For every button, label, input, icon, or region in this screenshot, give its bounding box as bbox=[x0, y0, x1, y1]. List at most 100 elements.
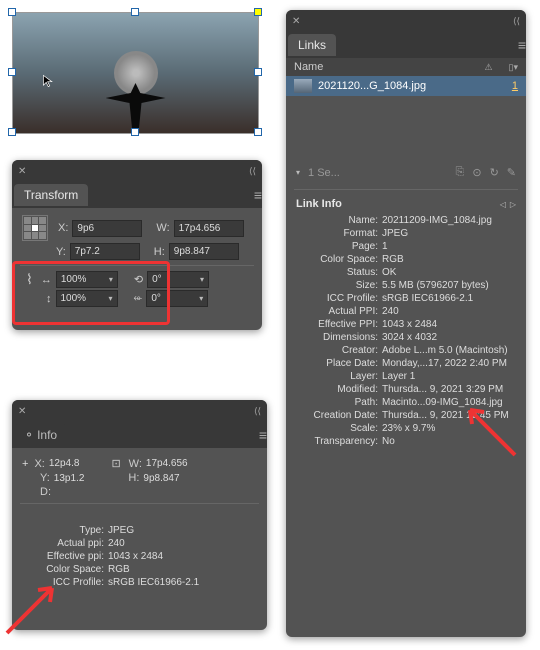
menu-icon[interactable]: ≡ bbox=[259, 427, 267, 443]
li-place: Monday,...17, 2022 2:40 PM bbox=[382, 358, 507, 369]
cs-value: RGB bbox=[108, 564, 130, 575]
handle-br[interactable] bbox=[254, 128, 262, 136]
appi-value: 240 bbox=[108, 538, 125, 549]
li-page: 1 bbox=[382, 241, 388, 252]
y-label: Y: bbox=[56, 246, 66, 258]
h-input[interactable]: 9p8.847 bbox=[169, 243, 239, 260]
collapse-icon[interactable]: ⟨⟨ bbox=[254, 406, 261, 417]
collapse-icon[interactable]: ⟨⟨ bbox=[249, 166, 256, 177]
goto-icon[interactable]: ⊙ bbox=[472, 166, 481, 179]
links-panel: ✕ ⟨⟨ Links ≡ Name ⚠ ▯▾ 2021120...G_1084.… bbox=[286, 10, 526, 637]
d-label: D: bbox=[40, 486, 51, 498]
edit-icon[interactable]: ✎ bbox=[507, 166, 516, 179]
update-icon[interactable]: ↻ bbox=[490, 166, 499, 179]
crosshair-icon: + bbox=[22, 458, 28, 470]
w-label: W: bbox=[156, 222, 169, 234]
link-info-title: Link Info bbox=[296, 198, 342, 210]
x-input[interactable]: 9p6 bbox=[72, 220, 142, 237]
annotation-arrow-left bbox=[2, 578, 62, 638]
li-layer-label: Layer: bbox=[296, 371, 378, 382]
eppi-value: 1043 x 2484 bbox=[108, 551, 163, 562]
file-page: 1 bbox=[512, 80, 518, 92]
handle-tl[interactable] bbox=[8, 8, 16, 16]
photo-silhouette bbox=[106, 83, 166, 133]
li-place-label: Place Date: bbox=[296, 358, 378, 369]
links-tab[interactable]: Links bbox=[288, 34, 336, 56]
handle-tc[interactable] bbox=[131, 8, 139, 16]
li-trans: No bbox=[382, 436, 395, 447]
li-layer: Layer 1 bbox=[382, 371, 415, 382]
y-label: Y: bbox=[40, 472, 50, 484]
li-creator: Adobe L...m 5.0 (Macintosh) bbox=[382, 345, 508, 356]
li-appi: 240 bbox=[382, 306, 399, 317]
h-label: H: bbox=[128, 472, 139, 484]
name-column[interactable]: Name bbox=[294, 61, 480, 73]
icc-value: sRGB IEC61966-2.1 bbox=[108, 577, 199, 588]
y-value: 13p1.2 bbox=[54, 473, 85, 484]
transform-tab[interactable]: Transform bbox=[14, 184, 88, 206]
li-icc: sRGB IEC61966-2.1 bbox=[382, 293, 473, 304]
reference-point[interactable] bbox=[22, 215, 48, 241]
li-status-label: Status: bbox=[296, 267, 378, 278]
cursor-pointer bbox=[42, 74, 56, 93]
menu-icon[interactable]: ≡ bbox=[254, 187, 262, 203]
link-row[interactable]: 2021120...G_1084.jpg 1 bbox=[286, 76, 526, 96]
type-value: JPEG bbox=[108, 525, 134, 536]
li-mod-label: Modified: bbox=[296, 384, 378, 395]
li-eppi-label: Effective PPI: bbox=[296, 319, 378, 330]
menu-icon[interactable]: ≡ bbox=[518, 37, 526, 53]
li-trans-label: Transparency: bbox=[296, 436, 378, 447]
info-tab[interactable]: ⚬Info bbox=[14, 424, 67, 446]
w-input[interactable]: 17p4.656 bbox=[174, 220, 244, 237]
placed-image[interactable] bbox=[12, 12, 259, 134]
selected-count: 1 Se... bbox=[308, 167, 340, 179]
warning-column-icon[interactable]: ⚠ bbox=[484, 62, 492, 73]
li-scale: 23% x 9.7% bbox=[382, 423, 435, 434]
li-name: 20211209-IMG_1084.jpg bbox=[382, 215, 492, 226]
li-icc-label: ICC Profile: bbox=[296, 293, 378, 304]
li-format: JPEG bbox=[382, 228, 408, 239]
li-scale-label: Scale: bbox=[296, 423, 378, 434]
prev-link-icon[interactable]: ◁ bbox=[500, 200, 506, 209]
li-mod: Thursda... 9, 2021 3:29 PM bbox=[382, 384, 503, 395]
next-link-icon[interactable]: ▷ bbox=[510, 200, 516, 209]
li-status: OK bbox=[382, 267, 396, 278]
li-name-label: Name: bbox=[296, 215, 378, 226]
li-path-label: Path: bbox=[296, 397, 378, 408]
close-icon[interactable]: ✕ bbox=[18, 166, 26, 177]
annotation-arrow-right bbox=[460, 400, 520, 460]
w-value: 17p4.656 bbox=[146, 458, 188, 469]
li-size: 5.5 MB (5796207 bytes) bbox=[382, 280, 489, 291]
close-icon[interactable]: ✕ bbox=[18, 406, 26, 417]
li-format-label: Format: bbox=[296, 228, 378, 239]
li-cs: RGB bbox=[382, 254, 404, 265]
dimension-icon: ⊡ bbox=[111, 457, 120, 470]
handle-mr[interactable] bbox=[254, 68, 262, 76]
cs-label: Color Space: bbox=[22, 564, 104, 575]
page-column-icon[interactable]: ▯▾ bbox=[509, 62, 518, 73]
close-icon[interactable]: ✕ bbox=[292, 16, 300, 27]
li-created-label: Creation Date: bbox=[296, 410, 378, 421]
li-dim: 3024 x 4032 bbox=[382, 332, 437, 343]
li-page-label: Page: bbox=[296, 241, 378, 252]
h-value: 9p8.847 bbox=[143, 473, 179, 484]
collapse-icon[interactable]: ⟨⟨ bbox=[513, 16, 520, 27]
type-label: Type: bbox=[22, 525, 104, 536]
filename: 2021120...G_1084.jpg bbox=[318, 80, 506, 92]
handle-bc[interactable] bbox=[131, 128, 139, 136]
li-cs-label: Color Space: bbox=[296, 254, 378, 265]
x-value: 12p4.8 bbox=[49, 458, 80, 469]
x-label: X: bbox=[58, 222, 68, 234]
prev-icon[interactable]: ▾ bbox=[296, 168, 300, 177]
w-label: W: bbox=[129, 458, 142, 470]
handle-ml[interactable] bbox=[8, 68, 16, 76]
eppi-label: Effective ppi: bbox=[22, 551, 104, 562]
handle-bl[interactable] bbox=[8, 128, 16, 136]
handle-tr[interactable] bbox=[254, 8, 262, 16]
y-input[interactable]: 7p7.2 bbox=[70, 243, 140, 260]
appi-label: Actual ppi: bbox=[22, 538, 104, 549]
relink-icon[interactable]: ⎘ bbox=[456, 166, 465, 179]
li-size-label: Size: bbox=[296, 280, 378, 291]
h-label: H: bbox=[154, 246, 165, 258]
x-label: X: bbox=[34, 458, 44, 470]
